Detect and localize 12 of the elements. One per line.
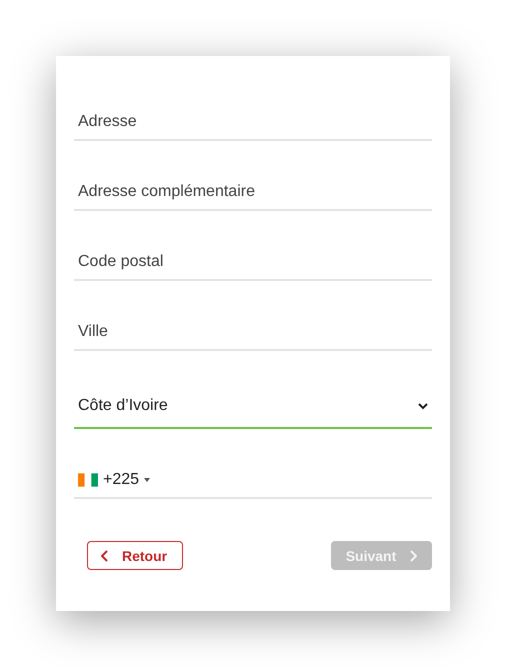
chevron-right-icon [410,550,418,562]
input-field[interactable]: Adresse complémentaire [74,175,432,211]
input-field[interactable]: Adresse [74,105,432,141]
chevron-down-icon [418,402,428,410]
chevron-left-icon [101,550,108,562]
back-button[interactable]: Retour [87,541,183,570]
dial-code-dropdown[interactable]: +225 [78,471,150,489]
input-field[interactable]: Code postal [74,245,432,281]
country-select[interactable]: Côte d’Ivoire [74,385,432,429]
flag-icon [78,473,98,487]
input-field[interactable]: Ville [74,315,432,351]
caret-icon [144,478,150,482]
